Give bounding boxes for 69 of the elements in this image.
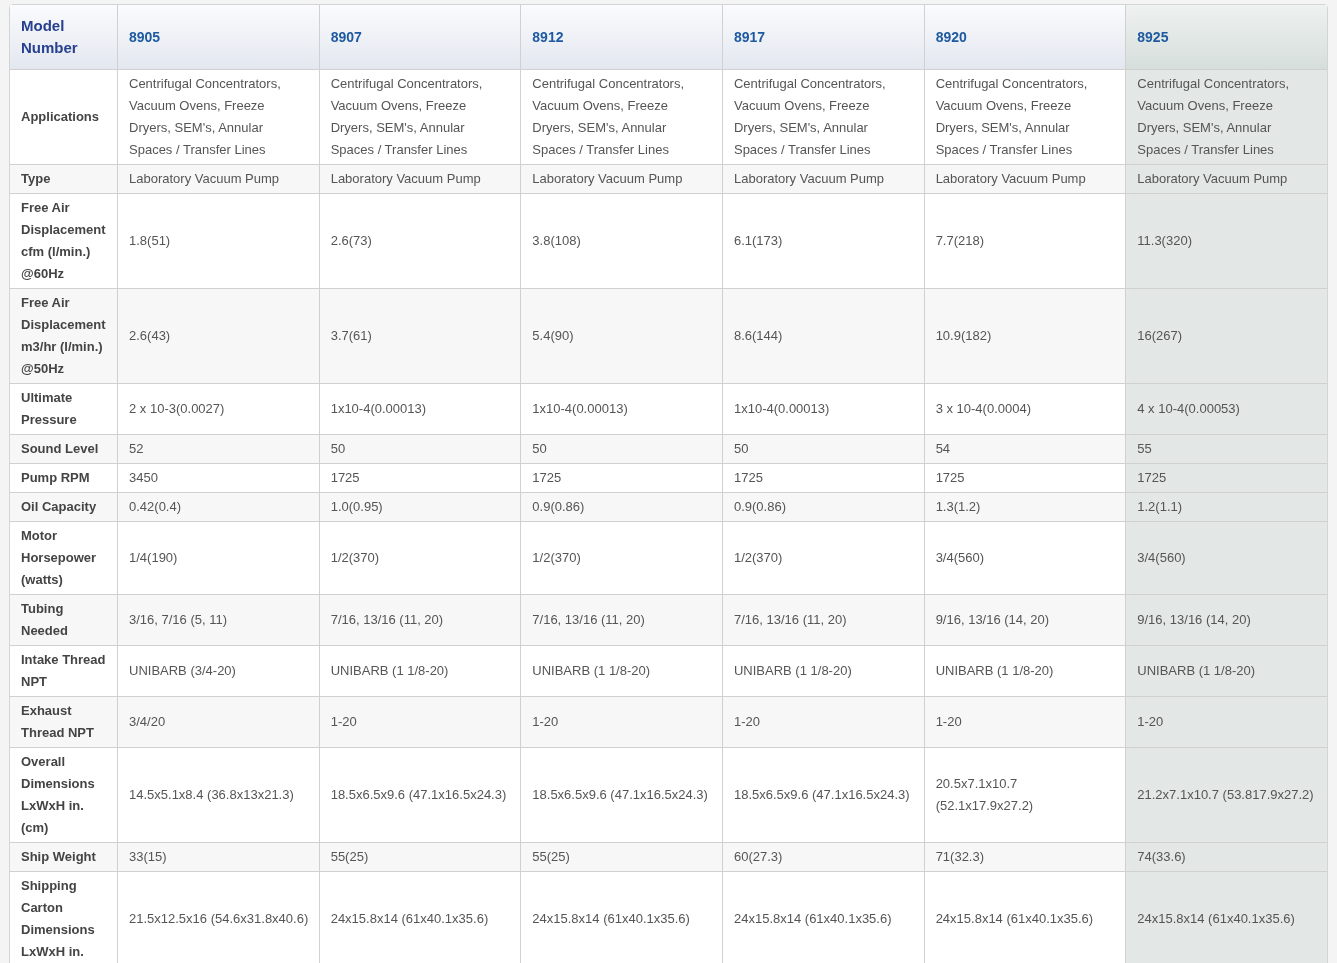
table-cell: 3/4/20	[117, 696, 319, 747]
table-cell: 0.9(0.86)	[721, 492, 924, 521]
row-label: Oil Capacity	[10, 492, 117, 521]
table-cell: Laboratory Vacuum Pump	[117, 164, 319, 193]
table-cell: 1.0(0.95)	[318, 492, 521, 521]
table-cell: 7/16, 13/16 (11, 20)	[721, 594, 924, 645]
table-cell: 24x15.8x14 (61x40.1x35.6)	[318, 871, 521, 963]
table-cell: Laboratory Vacuum Pump	[923, 164, 1126, 193]
table-cell: 5.4(90)	[520, 288, 722, 383]
table-cell: 7/16, 13/16 (11, 20)	[520, 594, 722, 645]
table-cell: Centrifugal Concentrators, Vacuum Ovens, Freeze Dryers, SEM's, Annular Spaces / Transfer Lines	[1125, 69, 1327, 164]
table-cell: 4 x 10-4(0.00053)	[1125, 383, 1327, 434]
table-cell: 54	[923, 434, 1126, 463]
table-cell: 55	[1125, 434, 1327, 463]
table-cell: Laboratory Vacuum Pump	[318, 164, 521, 193]
model-number-header: 8920	[923, 5, 1126, 69]
model-number-header: 8907	[318, 5, 521, 69]
model-number-header: 8905	[117, 5, 319, 69]
model-number-header: 8917	[721, 5, 924, 69]
table-cell: 55(25)	[318, 842, 521, 871]
table-cell: 9/16, 13/16 (14, 20)	[1125, 594, 1327, 645]
table-cell: 7/16, 13/16 (11, 20)	[318, 594, 521, 645]
table-cell: 10.9(182)	[923, 288, 1126, 383]
table-cell: 24x15.8x14 (61x40.1x35.6)	[1125, 871, 1327, 963]
table-cell: 21.2x7.1x10.7 (53.817.9x27.2)	[1125, 747, 1327, 842]
table-cell: 50	[721, 434, 924, 463]
row-label: Tubing Needed	[10, 594, 117, 645]
table-cell: 1.2(1.1)	[1125, 492, 1327, 521]
table-cell: 60(27.3)	[721, 842, 924, 871]
table-cell: 74(33.6)	[1125, 842, 1327, 871]
row-label: Free Air Displacement m3/hr (l/min.) @50Hz	[10, 288, 117, 383]
table-cell: 1-20	[923, 696, 1126, 747]
table-cell: 1725	[1125, 463, 1327, 492]
table-cell: UNIBARB (1 1/8-20)	[1125, 645, 1327, 696]
row-label: Exhaust Thread NPT	[10, 696, 117, 747]
table-cell: 52	[117, 434, 319, 463]
table-cell: 3/4(560)	[1125, 521, 1327, 594]
row-label: Sound Level	[10, 434, 117, 463]
table-cell: 50	[520, 434, 722, 463]
table-cell: 2.6(43)	[117, 288, 319, 383]
table-cell: 24x15.8x14 (61x40.1x35.6)	[520, 871, 722, 963]
table-cell: 16(267)	[1125, 288, 1327, 383]
row-label: Type	[10, 164, 117, 193]
table-cell: 0.42(0.4)	[117, 492, 319, 521]
table-cell: 3.7(61)	[318, 288, 521, 383]
table-cell: 11.3(320)	[1125, 193, 1327, 288]
table-cell: 55(25)	[520, 842, 722, 871]
row-label: Ship Weight	[10, 842, 117, 871]
table-cell: 50	[318, 434, 521, 463]
table-cell: 0.9(0.86)	[520, 492, 722, 521]
column-header: Model Number	[10, 5, 117, 69]
table-cell: 33(15)	[117, 842, 319, 871]
table-cell: 3/16, 7/16 (5, 11)	[117, 594, 319, 645]
table-cell: Laboratory Vacuum Pump	[520, 164, 722, 193]
model-number-header: 8912	[520, 5, 722, 69]
model-number-header: 8925	[1125, 5, 1327, 69]
table-cell: 71(32.3)	[923, 842, 1126, 871]
table-cell: 1-20	[1125, 696, 1327, 747]
table-cell: 24x15.8x14 (61x40.1x35.6)	[721, 871, 924, 963]
table-cell: 1-20	[520, 696, 722, 747]
row-label: Shipping Carton Dimensions LxWxH in.	[10, 871, 117, 963]
table-cell: 1.3(1.2)	[923, 492, 1126, 521]
table-cell: 8.6(144)	[721, 288, 924, 383]
table-cell: 1-20	[721, 696, 924, 747]
table-cell: Laboratory Vacuum Pump	[1125, 164, 1327, 193]
table-cell: Laboratory Vacuum Pump	[721, 164, 924, 193]
table-cell: 9/16, 13/16 (14, 20)	[923, 594, 1126, 645]
table-cell: 21.5x12.5x16 (54.6x31.8x40.6)	[117, 871, 319, 963]
table-cell: 1-20	[318, 696, 521, 747]
